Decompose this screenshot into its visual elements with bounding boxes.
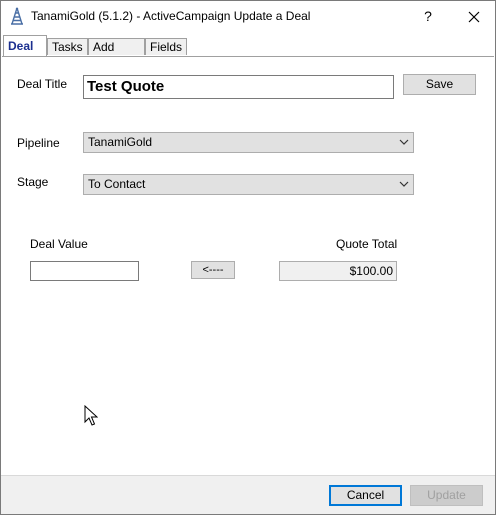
tab-strip: Deal Tasks Add Note Fields	[1, 35, 495, 71]
copy-total-to-value-button[interactable]: <----	[191, 261, 235, 279]
stage-value: To Contact	[88, 177, 146, 191]
pipeline-select[interactable]: TanamiGold	[83, 132, 414, 153]
deal-title-input[interactable]: Test Quote	[83, 75, 394, 99]
tab-tasks[interactable]: Tasks	[47, 38, 88, 55]
tab-add-note[interactable]: Add Note	[88, 38, 145, 71]
deal-title-label: Deal Title	[17, 77, 68, 91]
window-title: TanamiGold (5.1.2) - ActiveCampaign Upda…	[31, 9, 311, 23]
stage-select[interactable]: To Contact	[83, 174, 414, 195]
title-bar[interactable]: TanamiGold (5.1.2) - ActiveCampaign Upda…	[1, 1, 495, 32]
quote-total-label: Quote Total	[336, 237, 398, 251]
mouse-cursor-icon	[84, 405, 98, 426]
save-button[interactable]: Save	[403, 74, 476, 95]
tab-fields[interactable]: Fields	[145, 38, 187, 55]
dialog-footer: Cancel Update	[1, 475, 495, 514]
deal-value-label: Deal Value	[30, 237, 88, 251]
chevron-down-icon	[399, 139, 409, 145]
tab-deal[interactable]: Deal	[3, 35, 47, 56]
quote-total-field: $100.00	[279, 261, 397, 281]
update-button[interactable]: Update	[410, 485, 483, 506]
dialog-window: TanamiGold (5.1.2) - ActiveCampaign Upda…	[0, 0, 496, 515]
tower-icon	[11, 7, 23, 25]
close-icon	[468, 11, 480, 23]
pipeline-value: TanamiGold	[88, 135, 153, 149]
chevron-down-icon	[399, 181, 409, 187]
stage-label: Stage	[17, 175, 49, 189]
cancel-button[interactable]: Cancel	[329, 485, 402, 506]
pipeline-label: Pipeline	[17, 136, 60, 150]
help-button[interactable]: ?	[405, 1, 451, 32]
deal-value-input[interactable]	[30, 261, 139, 281]
close-button[interactable]	[451, 1, 495, 32]
